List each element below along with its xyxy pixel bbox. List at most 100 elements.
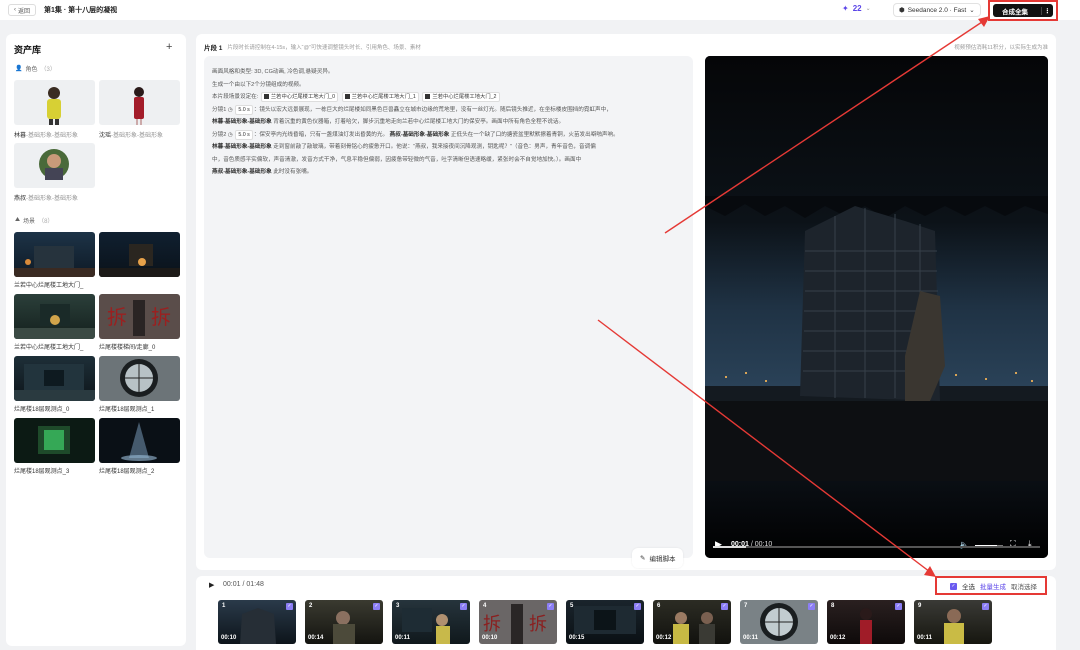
clip-number: 1: [222, 603, 226, 609]
role-mention[interactable]: 燕叔-基础形象-基础形象: [212, 169, 272, 175]
scene-image-icon: [120, 359, 158, 397]
compose-all-button[interactable]: 合成全集 ⋮: [993, 4, 1053, 17]
clip-checkbox[interactable]: ✓: [373, 603, 380, 610]
video-progress-bar[interactable]: [713, 546, 1040, 548]
role-mention[interactable]: 林暮-基础形象-基础形象: [212, 119, 272, 125]
person-icon: 👤: [15, 66, 23, 72]
play-icon[interactable]: ▶: [209, 581, 214, 589]
scene-chip[interactable]: 兰若中心烂尾楼工地大门_0: [260, 92, 339, 102]
scene-thumbnail[interactable]: 拆拆: [99, 294, 180, 339]
role-thumbnail[interactable]: [14, 80, 95, 125]
timeline-panel: ▶ 00:01 / 01:48 ✓ 全选 批量生成 取消选择 1 00:10 ✓ 2…: [196, 576, 1056, 650]
scene-image-icon: [121, 422, 157, 461]
clock-icon: ◷: [227, 106, 233, 113]
video-player[interactable]: ▶ 00:01 / 00:10 🔈 ⛶ ⤓: [705, 56, 1048, 558]
select-all-checkbox[interactable]: ✓: [950, 582, 957, 590]
clip-duration: 00:10: [482, 635, 498, 641]
roles-section-header: 👤 角色 （3）: [15, 64, 56, 73]
scene-chip[interactable]: 兰若中心烂尾楼工地大门_2: [422, 92, 500, 102]
scenes-section-header: ⛰ 场景 （8）: [15, 216, 53, 225]
clip-checkbox[interactable]: ✓: [286, 603, 293, 610]
clip-number: 7: [744, 603, 748, 609]
role-mention[interactable]: 林暮-基础形象-基础形象: [212, 144, 272, 150]
video-progress-fill: [713, 546, 746, 548]
scene-chip[interactable]: 兰若中心烂尾楼工地大门_1: [341, 92, 419, 102]
role-thumbnail[interactable]: [99, 80, 180, 125]
model-select[interactable]: ⬢ Seedance 2.0 · Fast ⌄: [893, 3, 981, 17]
chevron-down-icon: ⌄: [969, 7, 975, 14]
svg-text:拆: 拆: [483, 614, 501, 635]
role-thumbnail[interactable]: [14, 143, 95, 188]
clip-duration: 00:12: [830, 635, 846, 641]
roles-count: （3）: [40, 67, 56, 73]
scene-thumbnail[interactable]: [99, 232, 180, 277]
credits-value: 22: [852, 4, 862, 13]
timeline-clip[interactable]: 拆 拆 4 00:10 ✓: [479, 600, 557, 644]
edit-script-button[interactable]: ✎ 编辑脚本: [632, 548, 684, 568]
clip-checkbox[interactable]: ✓: [982, 603, 989, 610]
batch-generate-button[interactable]: 批量生成: [980, 581, 1006, 591]
scene-thumbnail[interactable]: [14, 294, 95, 339]
pencil-icon: ✎: [640, 555, 646, 562]
batch-actions: ✓ 全选 批量生成 取消选择: [950, 581, 1037, 591]
back-button[interactable]: ‹ 返回: [8, 4, 37, 16]
back-label: 返回: [18, 8, 31, 15]
clip-checkbox[interactable]: ✓: [634, 603, 641, 610]
segment-header: 片段 1 片段时长请控制在4-15s，输入“@”可快速调整镜头时长、引用角色、场…: [204, 42, 421, 52]
timeline-clip[interactable]: 5 00:15 ✓: [566, 600, 644, 644]
cube-icon: ⬢: [899, 7, 905, 14]
role-caption: 燕叔-基础形象-基础形象: [14, 196, 79, 202]
script-line: 画面风格和类型: 3D, CG动画, 冷色调,悬疑灵异。: [212, 69, 334, 75]
clock-icon: ◷: [227, 131, 233, 138]
duration-chip[interactable]: 5.0 s: [235, 129, 253, 140]
scenes-count: （8）: [38, 219, 54, 225]
timeline-clip[interactable]: 6 00:12 ✓: [653, 600, 731, 644]
scene-image-icon: 拆拆: [107, 300, 171, 336]
episode-title: 第1集 · 第十八层的凝视: [44, 7, 118, 14]
scene-thumbnail[interactable]: [14, 356, 95, 401]
clip-duration: 00:12: [656, 635, 672, 641]
timeline-clip[interactable]: 2 00:14 ✓: [305, 600, 383, 644]
clip-number: 2: [309, 603, 313, 609]
duration-chip[interactable]: 5.0 s: [235, 104, 253, 115]
role-mention[interactable]: 燕叔-基础形象-基础形象: [390, 132, 450, 138]
cancel-selection-button[interactable]: 取消选择: [1011, 581, 1037, 591]
play-icon[interactable]: ▶: [715, 539, 722, 550]
clip-checkbox[interactable]: ✓: [721, 603, 728, 610]
add-asset-button[interactable]: +: [166, 41, 172, 53]
clip-duration: 00:11: [743, 635, 759, 641]
scene-caption: 兰若中心烂尾楼工地大门_: [14, 345, 84, 351]
segment-label: 片段 1: [204, 45, 223, 52]
clip-number: 8: [831, 603, 835, 609]
select-all-label[interactable]: 全选: [962, 581, 975, 591]
clip-duration: 00:10: [221, 635, 237, 641]
timeline-clip[interactable]: 1 00:10 ✓: [218, 600, 296, 644]
script-editor[interactable]: 画面风格和类型: 3D, CG动画, 冷色调,悬疑灵异。 生成一个由以下2个分镜…: [204, 56, 693, 568]
credits-indicator[interactable]: ✦ 22 ⌄: [842, 4, 871, 13]
scene-thumbnail[interactable]: [14, 232, 95, 277]
scene-thumbnail[interactable]: [14, 418, 95, 463]
scenes-label: 场景: [23, 219, 36, 225]
scene-caption: 烂尾楼18层观测点_1: [99, 407, 155, 413]
clip-checkbox[interactable]: ✓: [547, 603, 554, 610]
edit-script-label: 编辑脚本: [649, 556, 676, 563]
timeline-clip[interactable]: 3 00:11 ✓: [392, 600, 470, 644]
clip-checkbox[interactable]: ✓: [895, 603, 902, 610]
role-caption: 林暮-基础形象-基础形象: [14, 133, 79, 139]
scene-thumbnail[interactable]: [99, 418, 180, 463]
more-icon[interactable]: ⋮: [1041, 6, 1053, 15]
script-line: 林暮-基础形象-基础形象 背着沉重的黄色仪器箱，打着哈欠，脚步沉重地走向兰若中心…: [212, 119, 565, 125]
script-line: 林暮-基础形象-基础形象 走到窗前敲了敲玻璃，带着刻骨铭心的疲惫开口。他说：“燕…: [212, 144, 596, 150]
timeline-clip[interactable]: 8 00:12 ✓: [827, 600, 905, 644]
scene-thumbnail[interactable]: [99, 356, 180, 401]
script-line: 分镜1 ◷ 5.0 s ：镜头以宏大远景展现，一栋巨大的烂尾楼如同黑色巨兽矗立在城…: [212, 104, 612, 115]
clip-checkbox[interactable]: ✓: [808, 603, 815, 610]
cost-note: 视频预估消耗11积分，以实际生成为准: [954, 45, 1048, 51]
clip-checkbox[interactable]: ✓: [460, 603, 467, 610]
video-frame: [705, 56, 1048, 558]
chevron-left-icon: ‹: [14, 7, 16, 13]
timeline-clip[interactable]: 9 00:11 ✓: [914, 600, 992, 644]
scene-image-icon: [14, 246, 95, 277]
timeline-clip[interactable]: 7 00:11 ✓: [740, 600, 818, 644]
script-line: 燕叔-基础形象-基础形象 此时没有张嘴。: [212, 169, 313, 175]
